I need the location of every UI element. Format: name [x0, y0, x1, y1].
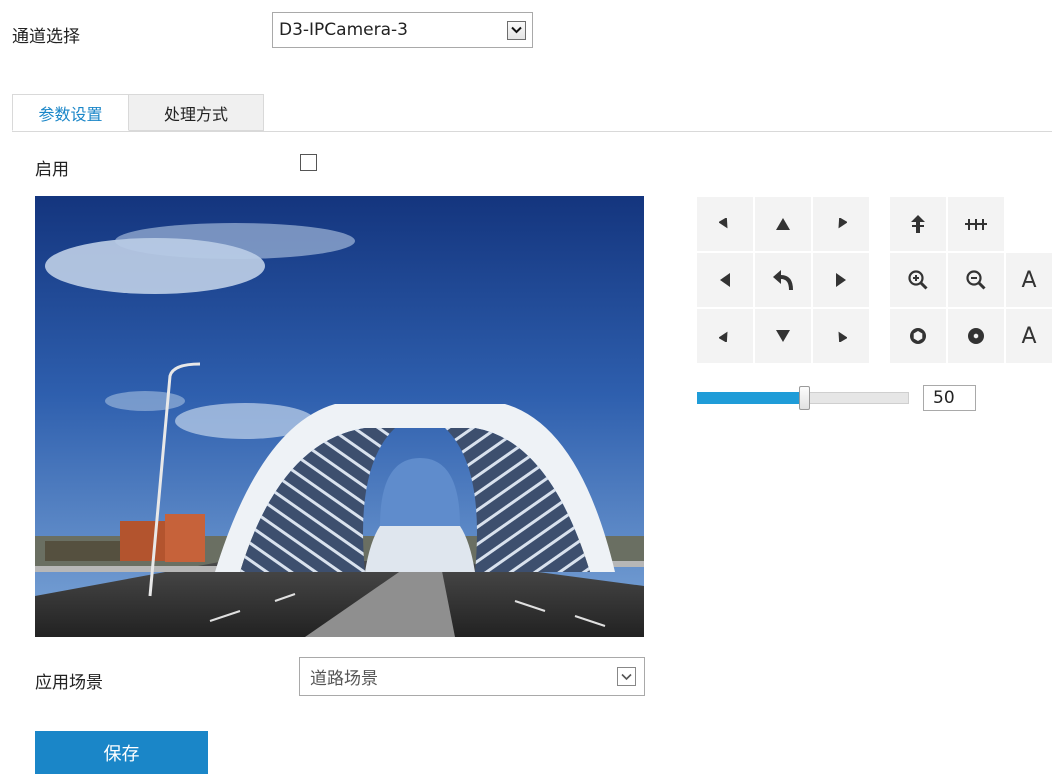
down-right-arrow-icon[interactable]	[813, 309, 869, 363]
zoom-in-icon[interactable]	[890, 253, 946, 307]
bridge-scene-image	[35, 196, 644, 637]
enable-label: 启用	[35, 160, 69, 180]
speed-value-field[interactable]: 50	[923, 385, 976, 411]
reset-return-icon[interactable]	[755, 253, 811, 307]
down-arrow-icon[interactable]	[755, 309, 811, 363]
scene-select-value: 道路场景	[310, 669, 378, 689]
channel-label: 通道选择	[12, 27, 80, 47]
speed-slider-fill	[697, 392, 803, 404]
right-arrow-icon[interactable]	[813, 253, 869, 307]
iris-open-icon[interactable]	[890, 309, 946, 363]
zoom-out-icon[interactable]	[948, 253, 1004, 307]
chevron-down-icon[interactable]	[507, 20, 526, 40]
auto-focus-button[interactable]: A	[1006, 253, 1052, 307]
enable-checkbox[interactable]	[300, 154, 317, 171]
chevron-down-icon[interactable]	[617, 667, 636, 686]
tab-parameter-settings[interactable]: 参数设置	[12, 94, 129, 131]
video-preview[interactable]	[35, 196, 644, 637]
up-right-arrow-icon[interactable]	[813, 197, 869, 251]
left-arrow-icon[interactable]	[697, 253, 753, 307]
down-left-arrow-icon[interactable]	[697, 309, 753, 363]
speed-slider-thumb[interactable]	[799, 386, 810, 410]
channel-select[interactable]: D3-IPCamera-3	[272, 12, 533, 48]
tab-handling-method[interactable]: 处理方式	[129, 94, 264, 131]
focus-far-icon[interactable]	[948, 197, 1004, 251]
scene-label: 应用场景	[35, 673, 103, 693]
scene-select[interactable]: 道路场景	[299, 657, 645, 696]
save-button[interactable]: 保存	[35, 731, 208, 774]
channel-select-value: D3-IPCamera-3	[279, 20, 408, 40]
tab-bar: 参数设置 处理方式	[12, 94, 1052, 132]
up-arrow-icon[interactable]	[755, 197, 811, 251]
focus-near-icon[interactable]	[890, 197, 946, 251]
up-left-arrow-icon[interactable]	[697, 197, 753, 251]
auto-iris-button[interactable]: A	[1006, 309, 1052, 363]
iris-close-icon[interactable]	[948, 309, 1004, 363]
